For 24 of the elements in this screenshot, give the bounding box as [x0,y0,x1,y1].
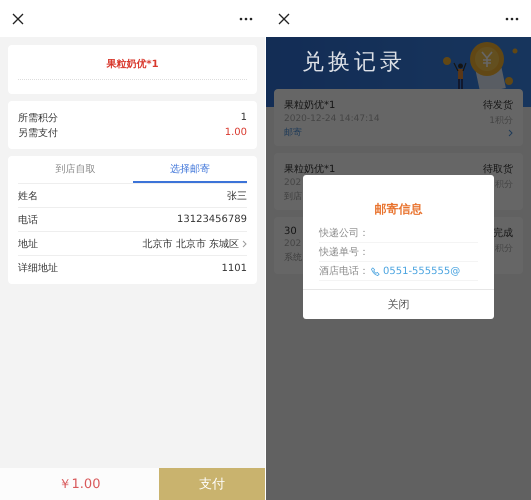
product-title: 果粒奶优*1 [18,49,247,80]
field-value: 13123456789 [177,214,247,225]
field-label: 地址 [18,238,38,250]
total-amount: ￥1.00 [0,468,159,500]
record-status: 待取货 [483,162,513,176]
field-value: 张三 [227,190,247,202]
record-title: 果粒奶优*1 [284,163,336,176]
record-title: 30 [284,226,297,237]
field-label: 姓名 [18,190,38,202]
cost-label: 另需支付 [18,126,58,140]
dialog-field-label: 快递公司： [319,226,369,240]
record-status: 待发货 [483,98,513,112]
cost-value: 1 [240,112,247,123]
cost-value: 1.00 [224,127,247,138]
field-value: 1101 [222,262,247,274]
record-title: 果粒奶优*1 [284,99,336,112]
banner-title: 兑换记录 [302,49,406,77]
dialog-field-label: 快递单号： [319,246,369,259]
cost-label: 所需积分 [18,112,58,124]
field-label: 详细地址 [18,262,58,275]
record-status: 完成 [493,226,513,240]
dialog-title: 邮寄信息 [374,201,424,218]
field-label: 电话 [18,214,38,226]
dialog-field-label: 酒店电话： [319,264,369,278]
